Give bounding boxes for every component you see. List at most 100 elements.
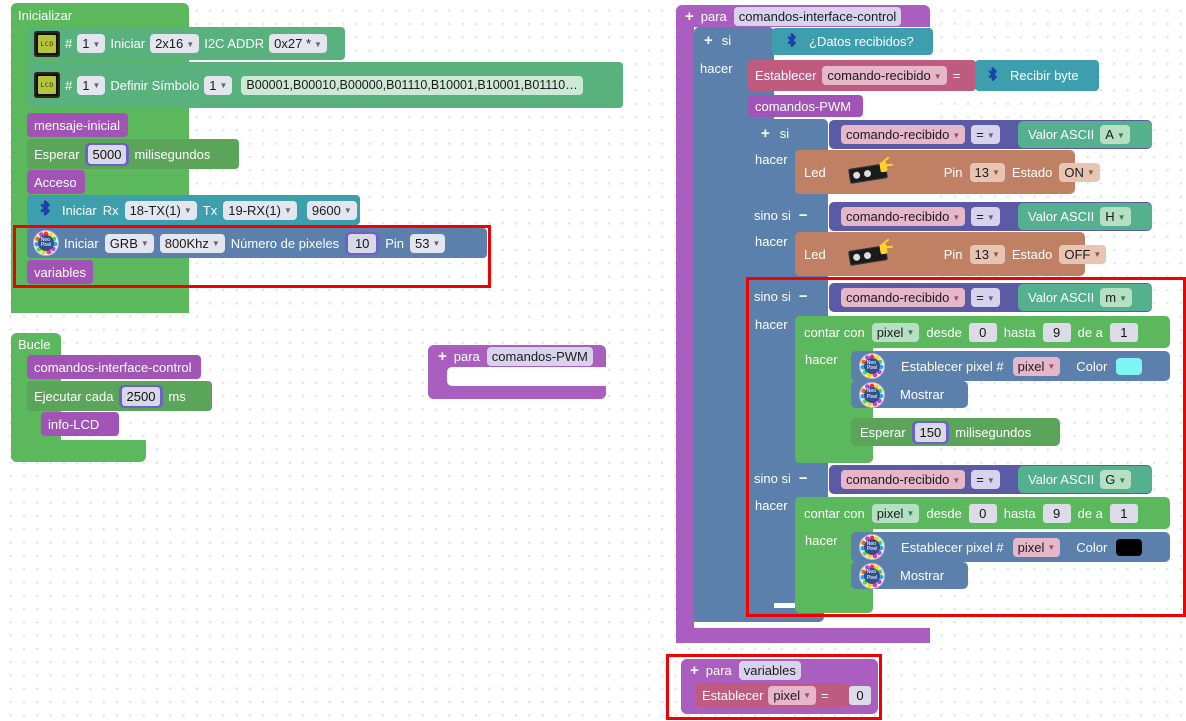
neopixel-freq-dropdown[interactable]: 800Khz ▼: [159, 233, 225, 253]
branch-m-for-by-label: de a: [1077, 324, 1103, 340]
branch-a-led-block[interactable]: Led Pin 13 ▼ Estado ON ▼: [795, 150, 1100, 194]
setup-wait-value-socket[interactable]: 5000: [84, 142, 130, 166]
bluetooth-data-received-block[interactable]: ¿Datos recibidos?: [772, 28, 933, 55]
loop-call-comandos-block[interactable]: comandos-interface-control: [27, 355, 201, 379]
setup-wait-block[interactable]: Esperar 5000 milisegundos: [27, 139, 239, 169]
branch-a-ascii-label: Valor ASCII: [1028, 127, 1095, 142]
branch-g-for-var-dropdown[interactable]: pixel ▼: [871, 503, 920, 523]
branch-g-set-pixel-block[interactable]: Establecer pixel # pixel▼ Color: [851, 532, 1170, 562]
neopixel-init-block[interactable]: Iniciar GRB▼ 800Khz▼ Número de pixeles 1…: [27, 228, 487, 258]
lcd-number-dropdown[interactable]: 1 ▼: [77, 34, 106, 53]
bluetooth-baud-dropdown[interactable]: 9600 ▼: [306, 200, 357, 220]
branch-m-variable-dropdown[interactable]: comando-recibido ▼: [841, 288, 966, 307]
proc-variables-name-field[interactable]: variables: [738, 661, 801, 680]
branch-m-for-by-socket[interactable]: 1: [1109, 321, 1138, 344]
collapse-minus-icon[interactable]: −: [799, 208, 808, 223]
branch-m-wait-block[interactable]: Esperar 150 milisegundos: [851, 418, 1060, 446]
branch-m-set-pixel-index-dropdown[interactable]: pixel ▼: [1012, 356, 1061, 376]
branch-h-operator-dropdown[interactable]: = ▼: [971, 207, 1000, 226]
chevron-down-icon: ▼: [1119, 293, 1127, 303]
branch-m-set-pixel-block[interactable]: Establecer pixel # pixel▼ Color: [851, 351, 1170, 381]
lcd-symbol-data-field[interactable]: B00001,B00010,B00000,B01110,B10001,B1000…: [241, 75, 583, 95]
branch-g-for-from-socket[interactable]: 0: [968, 502, 997, 525]
bluetooth-rx-dropdown[interactable]: 18-TX(1) ▼: [124, 200, 197, 220]
branch-h-pin-dropdown[interactable]: 13 ▼: [969, 244, 1005, 264]
lcd-addr-dropdown[interactable]: 0x27 * ▼: [269, 34, 327, 53]
branch-m-show-block[interactable]: Mostrar: [851, 381, 968, 408]
loop-every-block[interactable]: Ejecutar cada 2500 ms: [27, 381, 212, 411]
branch-m-ascii-dropdown[interactable]: m ▼: [1100, 288, 1132, 307]
proc-main-name-field[interactable]: comandos-interface-control: [733, 7, 902, 26]
proc-variables-set-block[interactable]: Establecer pixel ▼ =: [695, 683, 850, 707]
expand-plus-icon[interactable]: +: [761, 126, 770, 141]
branch-g-for-by-socket[interactable]: 1: [1109, 502, 1138, 525]
branch-g-variable-dropdown[interactable]: comando-recibido ▼: [841, 470, 966, 489]
branch-g-show-block[interactable]: Mostrar: [851, 562, 968, 589]
collapse-minus-icon[interactable]: −: [799, 289, 808, 304]
bluetooth-receive-byte-block[interactable]: Recibir byte: [975, 60, 1099, 91]
lcd-init-block[interactable]: LCD # 1 ▼ Iniciar 2x16 ▼ I2C ADDR 0x27 * ▼: [27, 27, 345, 60]
neopixel-count-socket[interactable]: 10: [345, 231, 380, 255]
loop-every-value-socket[interactable]: 2500: [118, 384, 164, 408]
branch-h-ascii-dropdown[interactable]: H ▼: [1100, 207, 1131, 226]
branch-m-for-to-label: hasta: [1003, 324, 1036, 340]
branch-g-ascii-block[interactable]: Valor ASCII G ▼: [1018, 466, 1152, 493]
branch-m-for-count-label: contar con: [804, 324, 865, 340]
branch-a-ascii-block[interactable]: Valor ASCII A ▼: [1018, 121, 1152, 148]
branch-g-color-swatch[interactable]: [1116, 538, 1143, 556]
bluetooth-rx-label: Rx: [102, 202, 119, 218]
branch-a-operator-dropdown[interactable]: = ▼: [971, 125, 1000, 144]
proc-variables-set-dropdown[interactable]: pixel ▼: [768, 685, 817, 705]
lcd-symbol-index-dropdown[interactable]: 1 ▼: [204, 75, 233, 95]
setup-title: Inicializar: [18, 7, 73, 23]
branch-m-for-var-dropdown[interactable]: pixel ▼: [871, 322, 920, 342]
expand-plus-icon[interactable]: +: [704, 33, 713, 48]
expand-plus-icon[interactable]: +: [690, 663, 699, 678]
blockly-workspace[interactable]: Inicializar LCD # 1 ▼ Iniciar 2x16 ▼ I2C A…: [0, 0, 1186, 721]
lcd-symbol-block[interactable]: LCD # 1 ▼ Definir Símbolo 1 ▼ B00001,B0001…: [27, 62, 623, 108]
branch-g-operator-dropdown[interactable]: = ▼: [971, 470, 1000, 489]
bluetooth-tx-dropdown[interactable]: 19-RX(1) ▼: [223, 200, 297, 220]
chevron-down-icon: ▼: [933, 71, 942, 81]
branch-g-ascii-dropdown[interactable]: G ▼: [1100, 470, 1132, 489]
led-module-icon: [847, 238, 893, 267]
loop-call-info-lcd-block[interactable]: info-LCD: [41, 412, 119, 436]
lcd-symbol-number-dropdown[interactable]: 1 ▼: [77, 75, 106, 95]
chevron-down-icon: ▼: [432, 239, 441, 248]
lcd-size-dropdown[interactable]: 2x16 ▼: [150, 34, 200, 53]
bluetooth-init-block[interactable]: Iniciar Rx 18-TX(1) ▼ Tx 19-RX(1) ▼ 9600 ▼: [27, 195, 360, 225]
branch-a-ascii-dropdown[interactable]: A ▼: [1100, 125, 1130, 144]
call-variables-block[interactable]: variables: [27, 260, 93, 284]
branch-a-state-dropdown[interactable]: ON ▼: [1059, 162, 1100, 182]
collapse-minus-icon[interactable]: −: [799, 471, 808, 486]
neopixel-order-dropdown[interactable]: GRB ▼: [104, 233, 154, 253]
branch-a-variable-dropdown[interactable]: comando-recibido ▼: [841, 125, 966, 144]
branch-h-ascii-block[interactable]: Valor ASCII H ▼: [1018, 203, 1152, 230]
proc-variables-value-socket[interactable]: 0: [849, 685, 877, 705]
neopixel-pin-dropdown[interactable]: 53 ▼: [409, 233, 446, 253]
call-acceso-block[interactable]: Acceso: [27, 170, 85, 194]
expand-plus-icon[interactable]: +: [438, 349, 447, 364]
chevron-down-icon: ▼: [991, 168, 1000, 177]
chevron-down-icon: ▼: [92, 81, 101, 90]
branch-h-variable-dropdown[interactable]: comando-recibido ▼: [841, 207, 966, 226]
branch-h-led-block[interactable]: Led Pin 13 ▼ Estado OFF ▼: [795, 232, 1107, 276]
set-comando-recibido-block[interactable]: Establecer comando-recibido ▼ =: [748, 60, 976, 91]
branch-m-operator-dropdown[interactable]: = ▼: [971, 288, 1000, 307]
call-mensaje-inicial-block[interactable]: mensaje-inicial: [27, 113, 128, 137]
branch-m-ascii-label: Valor ASCII: [1028, 290, 1095, 305]
branch-g-set-pixel-index-dropdown[interactable]: pixel ▼: [1012, 537, 1061, 557]
branch-h-state-dropdown[interactable]: OFF ▼: [1059, 244, 1107, 264]
branch-a-pin-dropdown[interactable]: 13 ▼: [969, 162, 1005, 182]
branch-g-for-to-socket[interactable]: 9: [1042, 502, 1071, 525]
call-comandos-pwm-block[interactable]: comandos-PWM: [748, 95, 863, 117]
set-comando-variable-dropdown[interactable]: comando-recibido ▼: [822, 66, 947, 85]
branch-m-color-swatch[interactable]: [1116, 357, 1143, 375]
branch-m-wait-value-socket[interactable]: 150: [911, 420, 950, 444]
branch-h-header: sino si −: [752, 202, 837, 228]
branch-m-for-from-socket[interactable]: 0: [968, 321, 997, 344]
branch-m-for-to-socket[interactable]: 9: [1042, 321, 1071, 344]
branch-m-ascii-block[interactable]: Valor ASCII m ▼: [1018, 284, 1152, 311]
expand-plus-icon[interactable]: +: [685, 9, 694, 24]
proc-pwm-name-field[interactable]: comandos-PWM: [486, 347, 593, 366]
